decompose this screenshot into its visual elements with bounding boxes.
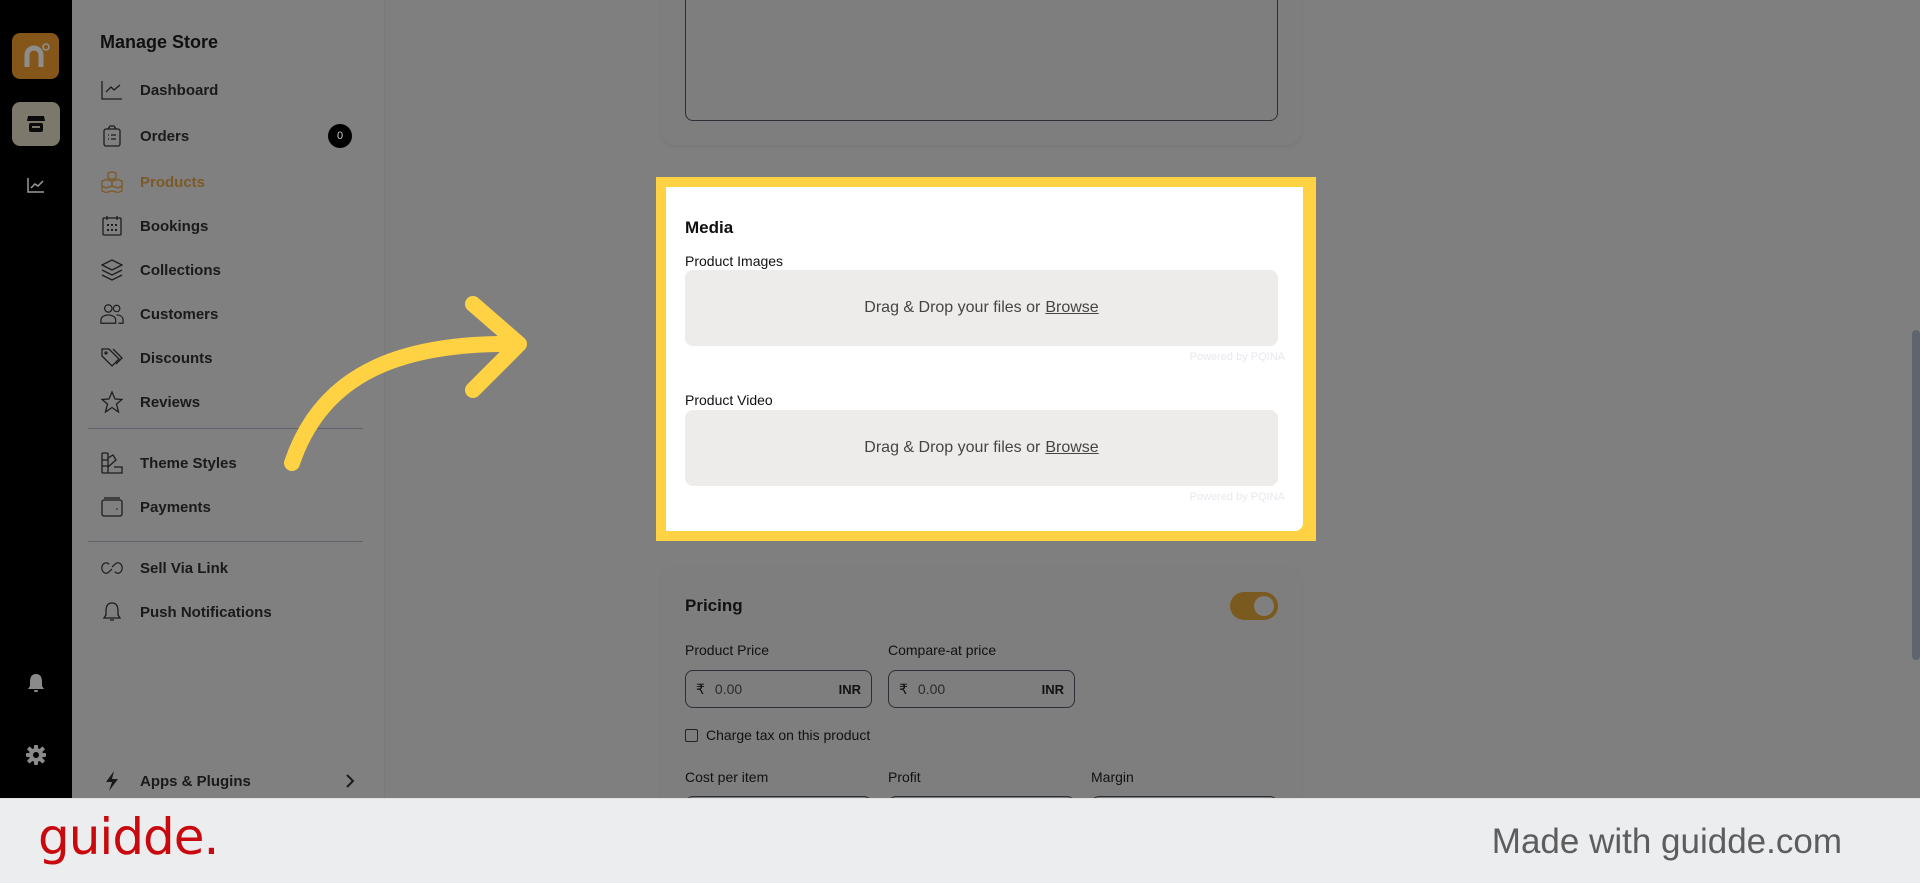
link-icon xyxy=(100,556,124,580)
sidebar-item-label: Customers xyxy=(140,305,219,323)
sidebar-item-label: Bookings xyxy=(140,217,209,235)
margin-label: Margin xyxy=(1091,769,1134,785)
layers-icon xyxy=(100,258,124,282)
pricing-toggle[interactable] xyxy=(1230,592,1278,620)
sidebar-divider xyxy=(88,541,363,542)
sidebar-item-label: Sell Via Link xyxy=(140,559,229,577)
guidde-logo[interactable]: guidde. xyxy=(38,808,219,866)
bolt-icon xyxy=(100,769,124,793)
icon-rail xyxy=(0,0,72,798)
compare-price-label: Compare-at price xyxy=(888,642,997,658)
sidebar-item-orders[interactable]: Orders 0 xyxy=(100,121,370,151)
guidde-footer: guidde. Made with guidde.com xyxy=(0,798,1920,883)
star-icon xyxy=(100,390,124,414)
toggle-knob xyxy=(1254,596,1274,616)
product-video-label: Product Video xyxy=(685,392,773,408)
charge-tax-checkbox[interactable] xyxy=(685,728,698,742)
rupee-icon: ₹ xyxy=(899,680,908,697)
brand-logo[interactable] xyxy=(12,33,59,79)
currency-code: INR xyxy=(1041,681,1064,697)
product-images-label: Product Images xyxy=(685,253,784,269)
sidebar-item-label: Push Notifications xyxy=(140,603,272,621)
gear-icon xyxy=(26,745,46,765)
sidebar-item-bookings[interactable]: Bookings xyxy=(100,211,370,241)
calendar-icon xyxy=(100,214,124,238)
sidebar-item-label: Reviews xyxy=(140,393,201,411)
description-textarea[interactable] xyxy=(685,0,1278,121)
wallet-icon xyxy=(100,495,124,519)
product-price-input[interactable]: ₹ 0.00 INR xyxy=(685,670,872,708)
scrollbar-thumb[interactable] xyxy=(1912,330,1920,660)
users-icon xyxy=(100,302,124,326)
dropzone-text: Drag & Drop your files or xyxy=(864,439,1041,456)
sidebar-item-payments[interactable]: Payments xyxy=(100,492,370,522)
sidebar-item-label: Apps & Plugins xyxy=(140,772,251,790)
browse-link[interactable]: Browse xyxy=(1045,439,1098,457)
powered-by-label[interactable]: Powered by PQINA xyxy=(1190,351,1285,363)
bell-icon xyxy=(28,674,44,692)
sidebar-item-dashboard[interactable]: Dashboard xyxy=(100,75,370,105)
rail-settings-button[interactable] xyxy=(24,743,48,767)
highlight-frame: Media Product Images Drag & Drop your fi… xyxy=(656,177,1316,541)
boxes-icon xyxy=(100,170,124,194)
chevron-right-icon xyxy=(338,769,362,793)
compare-price-placeholder: 0.00 xyxy=(917,681,946,697)
dropzone-text: Drag & Drop your files or xyxy=(864,299,1041,316)
product-images-dropzone[interactable]: Drag & Drop your files or Browse xyxy=(685,270,1278,346)
rail-store-button[interactable] xyxy=(12,102,60,146)
clipboard-icon xyxy=(100,124,124,148)
product-price-label: Product Price xyxy=(685,642,770,658)
product-video-dropzone[interactable]: Drag & Drop your files or Browse xyxy=(685,410,1278,486)
sidebar-item-push-notifications[interactable]: Push Notifications xyxy=(100,597,370,627)
pricing-card: Pricing Product Price Compare-at price ₹… xyxy=(661,566,1301,826)
tag-icon xyxy=(100,346,124,370)
chart-icon xyxy=(27,178,44,193)
pricing-title: Pricing xyxy=(685,596,743,615)
sidebar-item-products[interactable]: Products xyxy=(100,167,370,197)
palette-icon xyxy=(100,451,124,475)
browse-link[interactable]: Browse xyxy=(1045,299,1098,317)
product-price-placeholder: 0.00 xyxy=(714,681,743,697)
charge-tax-label: Charge tax on this product xyxy=(706,727,871,743)
sidebar-title: Manage Store xyxy=(100,32,219,52)
rupee-icon: ₹ xyxy=(696,680,705,697)
sidebar-item-label: Collections xyxy=(140,261,221,279)
currency-code: INR xyxy=(838,681,861,697)
sidebar-item-label: Payments xyxy=(140,498,211,516)
sidebar-item-apps-plugins[interactable]: Apps & Plugins xyxy=(100,766,370,796)
charge-tax-row[interactable]: Charge tax on this product xyxy=(685,727,870,743)
store-icon xyxy=(27,116,45,132)
brand-logo-icon xyxy=(24,43,50,67)
sidebar-item-label: Dashboard xyxy=(140,81,219,99)
sidebar-item-label: Products xyxy=(140,173,206,191)
sidebar-item-sell-via-link[interactable]: Sell Via Link xyxy=(100,553,370,583)
rail-analytics-button[interactable] xyxy=(24,173,48,197)
annotation-arrow-icon xyxy=(284,296,527,471)
media-title: Media xyxy=(685,218,734,237)
powered-by-label[interactable]: Powered by PQINA xyxy=(1190,491,1285,503)
chart-line-icon xyxy=(100,78,124,102)
made-with-text[interactable]: Made with guidde.com xyxy=(1492,822,1842,862)
sidebar-item-label: Theme Styles xyxy=(140,454,237,472)
sidebar-item-label: Discounts xyxy=(140,349,213,367)
profit-label: Profit xyxy=(888,769,921,785)
compare-price-input[interactable]: ₹ 0.00 INR xyxy=(888,670,1075,708)
rail-notifications-button[interactable] xyxy=(24,671,48,695)
description-card xyxy=(661,0,1301,145)
app-root: Manage Store Dashboard Orders 0 Products xyxy=(0,0,1920,883)
orders-count-badge: 0 xyxy=(328,124,352,148)
cost-per-item-label: Cost per item xyxy=(685,769,769,785)
media-card: Media Product Images Drag & Drop your fi… xyxy=(666,187,1303,531)
bell-icon xyxy=(100,600,124,624)
sidebar-item-label: Orders xyxy=(140,127,190,145)
